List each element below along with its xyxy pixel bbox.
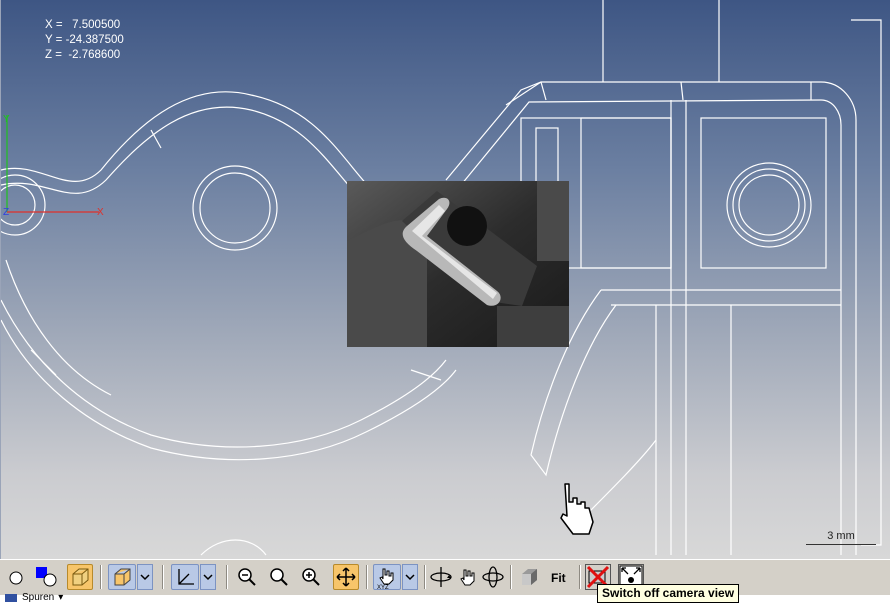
chevron-down-icon[interactable]: ▾ — [58, 592, 63, 603]
scale-line — [806, 544, 876, 545]
chevron-down-icon — [405, 574, 415, 581]
camera-image — [347, 181, 569, 347]
color-swatch-icon[interactable] — [33, 564, 59, 590]
scale-bar: 3 mm — [806, 530, 876, 545]
coord-y: Y = -24.387500 — [45, 34, 124, 46]
hand-cursor-icon — [560, 483, 594, 535]
layer-icon — [5, 593, 17, 602]
coord-z: Z = -2.768600 — [45, 49, 121, 61]
axis-z-label: Z — [3, 207, 9, 218]
toolbar-separator — [100, 565, 102, 589]
view-cube-dropdown[interactable] — [137, 564, 153, 590]
pan-xyz-button[interactable]: XYZ — [373, 564, 401, 590]
pan-move-button[interactable] — [333, 564, 359, 590]
3d-box-view-button[interactable] — [67, 564, 93, 590]
coord-x: X = 7.500500 — [45, 19, 121, 31]
pan-hand-icon[interactable] — [455, 564, 481, 590]
shaded-cube-icon[interactable] — [516, 564, 542, 590]
toolbar-separator — [510, 565, 512, 589]
axis-triad: Y X Z — [3, 114, 104, 218]
point-toggle-icon[interactable] — [3, 564, 29, 590]
status-item-spuren[interactable]: Spuren ▾ — [4, 592, 63, 603]
camera-view-overlay — [347, 181, 569, 347]
rotate-3d-icon[interactable] — [480, 564, 506, 590]
coordinate-readout: X = 7.500500 Y = -24.387500 Z = -2.76860… — [45, 18, 124, 63]
toolbar-separator — [424, 565, 426, 589]
toolbar-separator — [366, 565, 368, 589]
zoom-out-icon[interactable] — [234, 564, 260, 590]
fit-button[interactable]: Fit — [551, 571, 566, 585]
chevron-down-icon — [203, 574, 213, 581]
axis-y-label: Y — [3, 114, 10, 125]
scale-label: 3 mm — [827, 530, 855, 542]
svg-text:XYZ: XYZ — [377, 585, 389, 589]
view-toolbar: XYZ Fit — [0, 559, 890, 595]
zoom-in-icon[interactable] — [298, 564, 324, 590]
zoom-window-icon[interactable] — [266, 564, 292, 590]
tooltip: Switch off camera view — [597, 584, 740, 603]
pan-xyz-dropdown[interactable] — [402, 564, 418, 590]
rotate-icon[interactable] — [428, 564, 454, 590]
coordinate-axes-button[interactable] — [171, 564, 199, 590]
toolbar-separator — [162, 565, 164, 589]
chevron-down-icon — [140, 574, 150, 581]
axis-x-label: X — [97, 207, 104, 218]
status-item-label: Spuren — [22, 592, 55, 603]
3d-viewport[interactable]: Y X Z X = 7.500500 Y = -24.387500 Z = -2… — [0, 0, 890, 559]
view-cube-button[interactable] — [108, 564, 136, 590]
toolbar-separator — [579, 565, 581, 589]
coordinate-axes-dropdown[interactable] — [200, 564, 216, 590]
status-bar: Spuren ▾ — [0, 592, 890, 609]
toolbar-separator — [226, 565, 228, 589]
